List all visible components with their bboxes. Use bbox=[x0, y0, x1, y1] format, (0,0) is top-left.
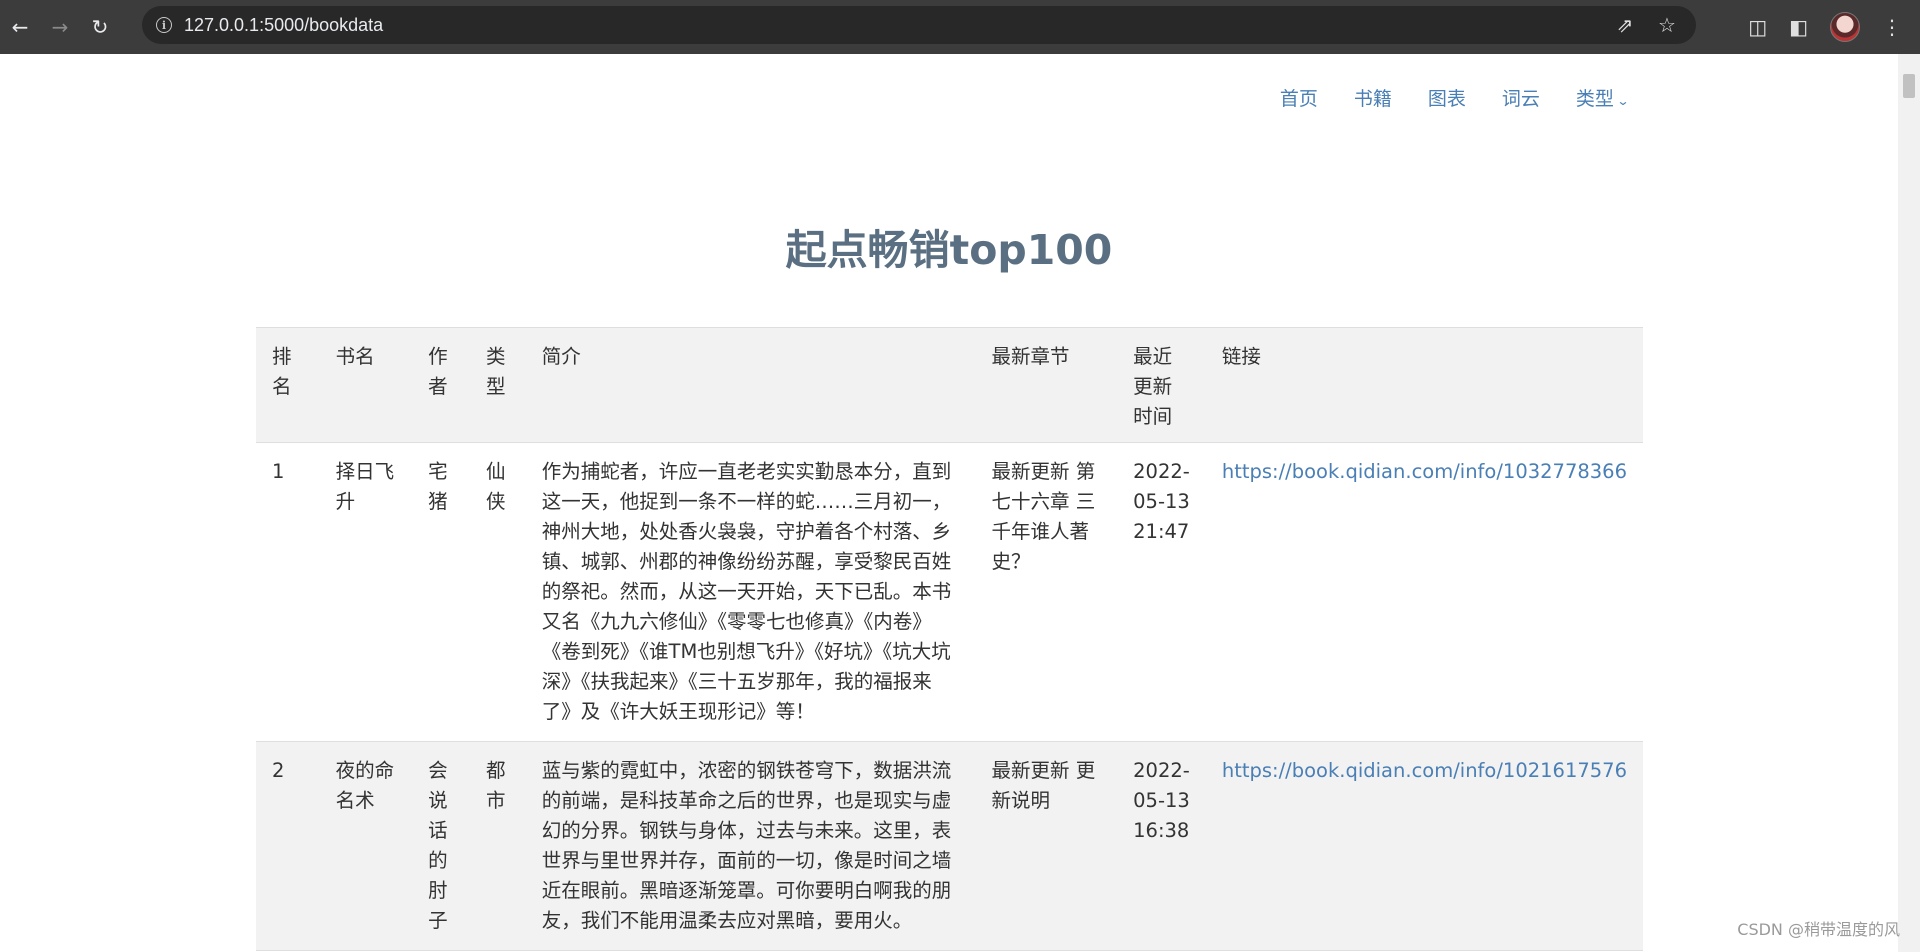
header-link: 链接 bbox=[1205, 327, 1643, 443]
chevron-down-icon: ⌄ bbox=[1616, 94, 1630, 108]
header-author: 作者 bbox=[412, 327, 470, 443]
cell-name: 择日飞升 bbox=[319, 442, 413, 742]
bookmark-star-icon[interactable]: ☆ bbox=[1652, 13, 1682, 37]
cell-rank: 1 bbox=[256, 442, 320, 742]
scrollbar-thumb[interactable] bbox=[1903, 74, 1915, 98]
table-row: 2 夜的命名术 会说话的肘子 都市 蓝与紫的霓虹中，浓密的钢铁苍穹下，数据洪流的… bbox=[256, 741, 1643, 951]
cell-genre: 仙侠 bbox=[469, 442, 526, 742]
site-info-icon[interactable]: i bbox=[156, 17, 172, 33]
cell-intro: 作为捕蛇者，许应一直老老实实勤恳本分，直到这一天，他捉到一条不一样的蛇……三月初… bbox=[525, 442, 976, 742]
cell-latest-chapter: 最新更新 更新说明 bbox=[975, 741, 1118, 951]
browser-toolbar: ← → ↻ i 127.0.0.1:5000/bookdata ⇗ ☆ ◫ ◧ … bbox=[0, 0, 1920, 54]
nav-books-link[interactable]: 书籍 bbox=[1354, 84, 1392, 111]
share-icon[interactable]: ⇗ bbox=[1610, 13, 1640, 37]
site-nav: 首页 书籍 图表 词云 类型 ⌄ bbox=[1280, 84, 1630, 111]
cell-genre: 都市 bbox=[469, 741, 526, 951]
reload-icon[interactable]: ↻ bbox=[80, 0, 120, 54]
url-text[interactable]: 127.0.0.1:5000/bookdata bbox=[184, 15, 383, 36]
header-rank: 排名 bbox=[256, 327, 320, 443]
book-link[interactable]: https://book.qidian.com/info/1032778366 bbox=[1222, 460, 1627, 483]
cell-author: 会说话的肘子 bbox=[412, 741, 470, 951]
header-genre: 类型 bbox=[469, 327, 526, 443]
nav-genre-label: 类型 bbox=[1575, 89, 1614, 110]
address-bar[interactable]: i 127.0.0.1:5000/bookdata ⇗ ☆ bbox=[142, 6, 1696, 44]
menu-kebab-icon[interactable]: ⋮ bbox=[1882, 15, 1902, 39]
header-update-time: 最近更新时间 bbox=[1117, 327, 1206, 443]
nav-wordcloud-link[interactable]: 词云 bbox=[1502, 84, 1540, 111]
cell-latest-chapter: 最新更新 第七十六章 三千年谁人著史？ bbox=[975, 442, 1118, 742]
cell-name: 夜的命名术 bbox=[319, 741, 413, 951]
profile-avatar[interactable] bbox=[1830, 12, 1860, 42]
cell-update-time: 2022-05-13 21:47 bbox=[1117, 442, 1206, 742]
header-intro: 简介 bbox=[525, 327, 976, 443]
forward-arrow-icon[interactable]: → bbox=[40, 0, 80, 54]
side-panel-icon[interactable]: ◧ bbox=[1789, 15, 1808, 39]
nav-genre-dropdown[interactable]: 类型 ⌄ bbox=[1575, 84, 1630, 111]
cell-link: https://book.qidian.com/info/1021617576 bbox=[1205, 741, 1643, 951]
table-header-row: 排名 书名 作者 类型 简介 最新章节 最近更新时间 链接 bbox=[256, 327, 1643, 443]
watermark: CSDN @稍带温度的风 bbox=[1737, 920, 1900, 939]
nav-home-link[interactable]: 首页 bbox=[1280, 84, 1318, 111]
vertical-scrollbar[interactable] bbox=[1898, 54, 1920, 952]
cell-author: 宅猪 bbox=[412, 442, 470, 742]
back-arrow-icon[interactable]: ← bbox=[0, 0, 40, 54]
cell-rank: 2 bbox=[256, 741, 320, 951]
cell-intro: 蓝与紫的霓虹中，浓密的钢铁苍穹下，数据洪流的前端，是科技革命之后的世界，也是现实… bbox=[525, 741, 976, 951]
header-latest-chapter: 最新章节 bbox=[975, 327, 1118, 443]
header-name: 书名 bbox=[319, 327, 413, 443]
book-table: 排名 书名 作者 类型 简介 最新章节 最近更新时间 链接 1 择日飞升 宅猪 … bbox=[256, 327, 1643, 951]
page-viewport: 首页 书籍 图表 词云 类型 ⌄ 起点畅销top100 排名 书名 作者 类型 简… bbox=[0, 54, 1898, 952]
cell-link: https://book.qidian.com/info/1032778366 bbox=[1205, 442, 1643, 742]
page-title: 起点畅销top100 bbox=[785, 226, 1113, 274]
extensions-puzzle-icon[interactable]: ◫ bbox=[1748, 15, 1767, 39]
table-row: 1 择日飞升 宅猪 仙侠 作为捕蛇者，许应一直老老实实勤恳本分，直到这一天，他捉… bbox=[256, 442, 1643, 742]
cell-update-time: 2022-05-13 16:38 bbox=[1117, 741, 1206, 951]
book-link[interactable]: https://book.qidian.com/info/1021617576 bbox=[1222, 759, 1627, 782]
nav-charts-link[interactable]: 图表 bbox=[1428, 84, 1466, 111]
